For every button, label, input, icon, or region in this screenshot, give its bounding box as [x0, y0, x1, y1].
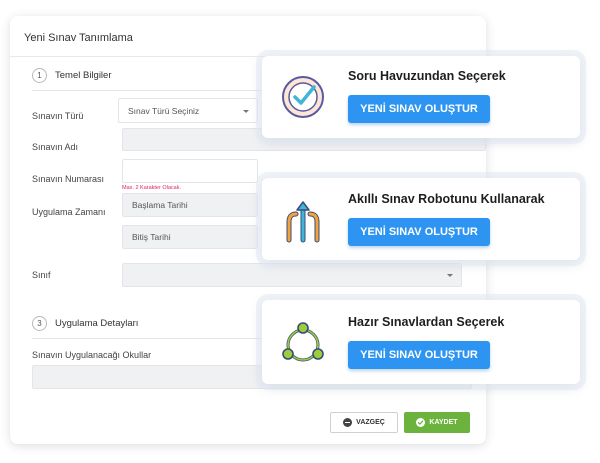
section-label: Uygulama Detayları	[55, 318, 139, 329]
create-exam-button[interactable]: YENİ SINAV OLUŞTUR	[348, 341, 490, 369]
step-number: 1	[32, 68, 47, 83]
form-title: Yeni Sınav Tanımlama	[24, 32, 133, 44]
class-select[interactable]	[122, 263, 462, 287]
exam-type-value: Sınav Türü Seçiniz	[128, 105, 200, 116]
card-smart-robot: Akıllı Sınav Robotunu Kullanarak YENİ SI…	[262, 178, 580, 260]
hint-text: Max. 2 Karakter Olacak.	[122, 185, 181, 191]
save-button[interactable]: KAYDET	[404, 412, 470, 433]
step-number: 3	[32, 316, 47, 331]
end-date-input[interactable]: Bitiş Tarihi	[122, 225, 258, 249]
exam-number-label: Sınavın Numarası	[32, 174, 105, 184]
cancel-button[interactable]: VAZGEÇ	[330, 412, 398, 433]
chevron-down-icon	[243, 109, 249, 113]
exam-name-label: Sınavın Adı	[32, 142, 79, 152]
card-ready-exams: Hazır Sınavlardan Seçerek YENİ SINAV OLU…	[262, 300, 580, 384]
exam-number-input[interactable]	[122, 159, 258, 183]
network-nodes-icon	[282, 322, 324, 362]
exam-type-label: Sınavın Türü	[32, 111, 84, 121]
card-question-pool: Soru Havuzundan Seçerek YENİ SINAV OLUŞT…	[262, 56, 580, 138]
check-circle-icon	[416, 418, 426, 427]
schools-label: Sınavın Uygulanacağı Okullar	[32, 350, 152, 360]
card-title: Hazır Sınavlardan Seçerek	[348, 315, 505, 329]
start-date-placeholder: Başlama Tarihi	[132, 200, 188, 210]
save-label: KAYDET	[429, 419, 458, 426]
create-exam-button[interactable]: YENİ SINAV OLUŞTUR	[348, 218, 490, 246]
apply-time-label: Uygulama Zamanı	[32, 207, 106, 217]
minus-circle-icon	[343, 418, 353, 427]
chevron-down-icon	[447, 274, 453, 277]
direction-arrows-icon	[286, 201, 320, 243]
section-label: Temel Bilgiler	[55, 70, 112, 81]
end-date-placeholder: Bitiş Tarihi	[132, 232, 171, 242]
cancel-label: VAZGEÇ	[356, 419, 385, 426]
create-exam-button[interactable]: YENİ SINAV OLUŞTUR	[348, 95, 490, 123]
stage: Yeni Sınav Tanımlama 1 Temel Bilgiler Sı…	[0, 0, 600, 463]
card-title: Soru Havuzundan Seçerek	[348, 69, 506, 83]
card-title: Akıllı Sınav Robotunu Kullanarak	[348, 192, 545, 206]
start-date-input[interactable]: Başlama Tarihi	[122, 193, 258, 217]
exam-type-select[interactable]: Sınav Türü Seçiniz	[118, 98, 258, 123]
class-label: Sınıf	[32, 270, 51, 280]
section-basic-info: 1 Temel Bilgiler	[32, 68, 112, 83]
checkmark-badge-icon	[282, 76, 324, 118]
section-details: 3 Uygulama Detayları	[32, 316, 138, 331]
